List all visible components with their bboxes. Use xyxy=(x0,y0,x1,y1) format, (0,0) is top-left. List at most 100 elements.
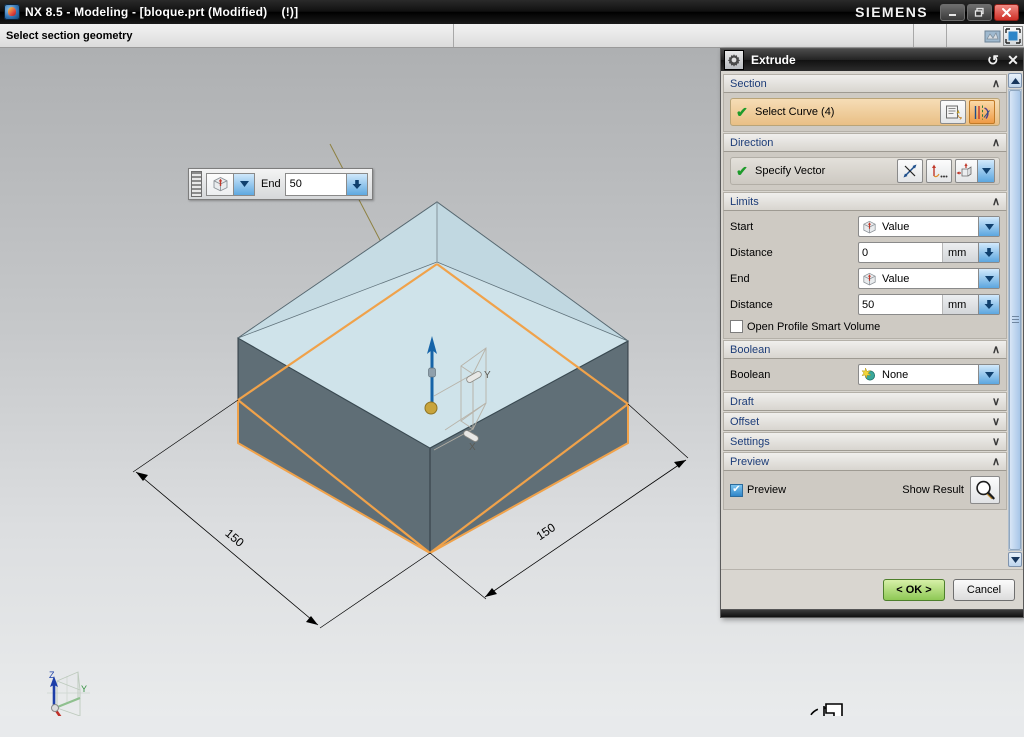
limits-row-end: End Value xyxy=(730,268,1000,289)
extrude-dialog-content: Section ∧ ✔ Select Curve (4) Direction ∧… xyxy=(721,71,1007,569)
depth-dimension-label[interactable]: 150 xyxy=(534,520,559,543)
group-body-preview: Preview Show Result xyxy=(723,471,1007,510)
options-gear-icon[interactable] xyxy=(724,50,744,70)
status-cell-1 xyxy=(452,24,913,47)
group-header-draft[interactable]: Draft ∨ xyxy=(723,392,1007,411)
group-label-boolean: Boolean xyxy=(730,343,771,356)
status-cell-2 xyxy=(913,24,946,47)
close-icon xyxy=(1002,7,1011,17)
group-header-direction[interactable]: Direction ∧ xyxy=(723,133,1007,152)
fit-view-icon[interactable] xyxy=(1003,26,1024,46)
scrollbar-thumb[interactable] xyxy=(1009,90,1021,550)
chevron-down-icon-settings[interactable]: ∨ xyxy=(986,435,1006,448)
group-header-preview[interactable]: Preview ∧ xyxy=(723,452,1007,471)
width-dimension-label[interactable]: 150 xyxy=(222,526,247,550)
restore-button[interactable] xyxy=(967,3,992,21)
group-header-limits[interactable]: Limits ∧ xyxy=(723,192,1007,211)
group-header-section[interactable]: Section ∧ xyxy=(723,74,1007,93)
dialog-close-button[interactable]: ✕ xyxy=(1003,50,1023,70)
limits-start-dropdown-arrow[interactable] xyxy=(978,217,999,236)
limits-start-distance-value[interactable]: 0 xyxy=(859,243,942,262)
group-label-limits: Limits xyxy=(730,195,759,208)
extrude-dialog[interactable]: Extrude ↺ ✕ Section ∧ ✔ Select Curve (4) xyxy=(720,48,1024,618)
limits-start-distance-field[interactable]: 0 mm xyxy=(858,242,1000,263)
group-label-draft: Draft xyxy=(730,395,754,408)
scroll-down-button[interactable] xyxy=(1008,552,1022,567)
limits-end-dropdown-arrow[interactable] xyxy=(978,269,999,288)
reverse-direction-icon[interactable] xyxy=(897,159,923,183)
scroll-up-button[interactable] xyxy=(1008,73,1022,88)
magnifier-icon[interactable] xyxy=(970,476,1000,504)
limits-end-distance-spinner[interactable] xyxy=(978,295,999,314)
specify-vector-row[interactable]: ✔ Specify Vector xyxy=(730,157,1000,185)
onscreen-distance-field[interactable] xyxy=(284,172,368,196)
wcs-triad[interactable]: Z X Y xyxy=(47,670,90,716)
chevron-down-icon-offset[interactable]: ∨ xyxy=(986,415,1006,428)
boolean-row-label: Boolean xyxy=(730,368,771,381)
check-icon-direction: ✔ xyxy=(736,162,748,179)
minimize-button[interactable] xyxy=(940,3,965,21)
crosshair-select-cursor xyxy=(809,703,843,716)
group-body-direction: ✔ Specify Vector xyxy=(723,152,1007,191)
limits-start-distance-spinner[interactable] xyxy=(978,243,999,262)
extrude-mode-dropdown-arrow[interactable] xyxy=(233,173,254,195)
curve-rule-icon[interactable] xyxy=(969,100,995,124)
chevron-up-icon-boolean[interactable]: ∧ xyxy=(986,343,1006,356)
inferred-vector-dropdown-arrow[interactable] xyxy=(977,160,994,182)
extrude-mode-combo[interactable] xyxy=(206,172,255,196)
extrude-dialog-titlebar[interactable]: Extrude ↺ ✕ xyxy=(721,49,1023,71)
open-profile-checkbox[interactable] xyxy=(730,320,743,333)
limits-end-distance-value[interactable]: 50 xyxy=(859,295,942,314)
vector-constructor-icon[interactable] xyxy=(926,159,952,183)
chevron-up-icon-section[interactable]: ∧ xyxy=(986,77,1006,90)
sketch-section-icon[interactable] xyxy=(940,100,966,124)
limits-start-label: Start xyxy=(730,220,754,233)
limits-row-start-distance: Distance 0 mm xyxy=(730,242,1000,263)
chevron-up-icon-preview[interactable]: ∧ xyxy=(986,455,1006,468)
boolean-dropdown-arrow[interactable] xyxy=(978,365,999,384)
group-header-boolean[interactable]: Boolean ∧ xyxy=(723,340,1007,359)
limits-start-distance-unit: mm xyxy=(942,243,978,262)
onscreen-input-toolbar[interactable]: End xyxy=(188,168,373,200)
onscreen-distance-spinner[interactable] xyxy=(345,173,367,195)
inferred-vector-button[interactable] xyxy=(955,159,995,183)
limits-end-distance-field[interactable]: 50 mm xyxy=(858,294,1000,315)
limits-end-combo[interactable]: Value xyxy=(858,268,1000,289)
selection-filter-icon[interactable] xyxy=(983,26,1003,46)
group-label-preview: Preview xyxy=(730,455,770,468)
cancel-button[interactable]: Cancel xyxy=(953,578,1015,601)
boolean-combo[interactable]: None xyxy=(858,364,1000,385)
select-curve-row[interactable]: ✔ Select Curve (4) xyxy=(730,98,1000,126)
chevron-down-icon-draft[interactable]: ∨ xyxy=(986,395,1006,408)
dialog-reset-button[interactable]: ↺ xyxy=(983,50,1003,70)
open-profile-row[interactable]: Open Profile Smart Volume xyxy=(730,320,1000,333)
group-header-offset[interactable]: Offset ∨ xyxy=(723,412,1007,431)
window-title: NX 8.5 - Modeling - [bloque.prt (Modifie… xyxy=(25,5,299,19)
group-header-settings[interactable]: Settings ∨ xyxy=(723,432,1007,451)
chevron-up-icon-limits[interactable]: ∧ xyxy=(986,195,1006,208)
triad-y-label: Y xyxy=(81,684,87,694)
extrude-dialog-title: Extrude xyxy=(751,53,796,67)
limits-end-distance-label: Distance xyxy=(730,298,773,311)
close-button[interactable] xyxy=(994,3,1019,21)
drag-grip[interactable] xyxy=(191,171,202,197)
triad-z-label: Z xyxy=(49,670,55,680)
onscreen-distance-input[interactable] xyxy=(285,173,346,195)
cue-line-text: Select section geometry xyxy=(6,29,133,42)
scrollbar-track[interactable] xyxy=(1008,89,1022,551)
extrude-dialog-body: Section ∧ ✔ Select Curve (4) Direction ∧… xyxy=(721,71,1023,569)
group-label-offset: Offset xyxy=(730,415,760,428)
check-icon-section: ✔ xyxy=(736,103,748,120)
restore-icon xyxy=(974,7,984,17)
value-cube-icon xyxy=(207,173,233,195)
group-label-direction: Direction xyxy=(730,136,774,149)
group-body-section: ✔ Select Curve (4) xyxy=(723,93,1007,132)
triad-y-axis xyxy=(54,696,81,710)
preview-checkbox[interactable] xyxy=(730,483,743,497)
dialog-scrollbar[interactable] xyxy=(1007,71,1023,569)
dialog-resize-grip[interactable] xyxy=(721,609,1023,617)
title-bar: NX 8.5 - Modeling - [bloque.prt (Modifie… xyxy=(0,0,1024,24)
ok-button[interactable]: < OK > xyxy=(883,578,945,601)
limits-start-combo[interactable]: Value xyxy=(858,216,1000,237)
chevron-up-icon-direction[interactable]: ∧ xyxy=(986,136,1006,149)
